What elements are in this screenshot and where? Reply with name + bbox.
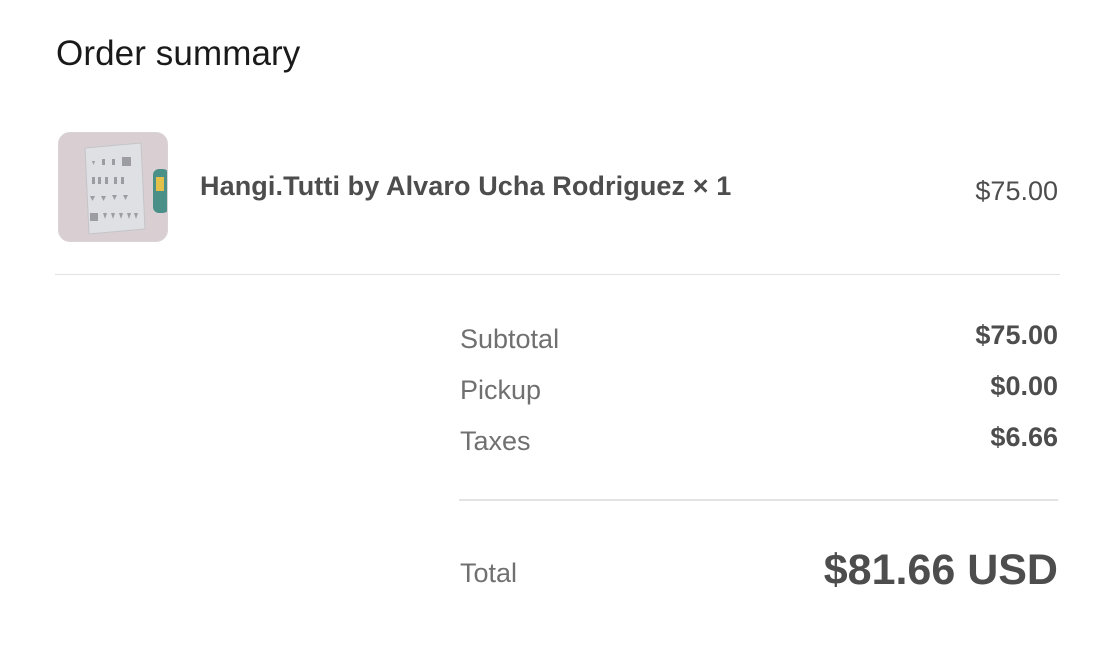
total-divider <box>459 499 1058 501</box>
pickup-value: $0.00 <box>990 371 1058 401</box>
order-summary-title: Order summary <box>56 34 301 73</box>
line-item-price: $75.00 <box>975 176 1058 206</box>
line-item: Hangi.Tutti by Alvaro Ucha Rodriguez × 1… <box>58 132 1058 244</box>
total-label: Total <box>460 558 518 588</box>
cost-summary: Subtotal $75.00 Pickup $0.00 Taxes $6.66 <box>460 320 1058 473</box>
subtotal-label: Subtotal <box>460 324 560 354</box>
section-divider <box>55 274 1060 275</box>
total-value: $81.66 USD <box>823 546 1058 594</box>
subtotal-value: $75.00 <box>975 320 1058 350</box>
taxes-value: $6.66 <box>990 422 1058 452</box>
taxes-row: Taxes $6.66 <box>460 422 1058 473</box>
taxes-label: Taxes <box>460 426 531 456</box>
pickup-label: Pickup <box>460 375 542 405</box>
product-thumbnail <box>58 132 168 242</box>
line-item-name: Hangi.Tutti by Alvaro Ucha Rodriguez × 1 <box>200 171 732 201</box>
pickup-row: Pickup $0.00 <box>460 371 1058 422</box>
subtotal-row: Subtotal $75.00 <box>460 320 1058 371</box>
